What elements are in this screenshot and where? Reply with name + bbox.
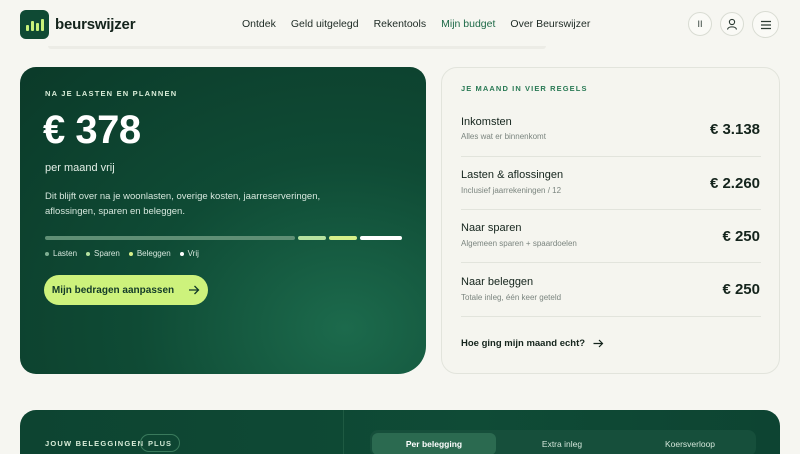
row-sub-sparen: Algemeen sparen + spaardoelen (461, 239, 577, 248)
row-amount-beleggen: € 250 (722, 281, 760, 298)
brand-logo[interactable]: beurswijzer (20, 10, 136, 39)
legend-dot (179, 251, 184, 256)
row-divider (461, 316, 761, 317)
section-divider (343, 410, 344, 454)
legend-item-sparen: Sparen (86, 249, 120, 258)
row-title-beleggen: Naar beleggen (461, 276, 534, 288)
row-amount-inkomsten: € 3.138 (709, 121, 760, 138)
bar-segment-lasten (45, 236, 295, 240)
account-button[interactable] (720, 12, 744, 36)
month-eyebrow: JE MAAND IN VIER REGELS (461, 84, 588, 93)
nav-item-mijn-budget[interactable]: Mijn budget (441, 18, 495, 30)
legend-dot (86, 251, 91, 256)
row-sub-inkomsten: Alles wat er binnenkomt (461, 132, 546, 141)
row-amount-lasten: € 2.260 (709, 175, 760, 192)
arrow-right-icon (593, 339, 604, 348)
row-amount-sparen: € 250 (722, 228, 760, 245)
site-header: beurswijzer Ontdek Geld uitgelegd Rekent… (0, 0, 800, 50)
row-sub-lasten: Inclusief jaarrekeningen / 12 (461, 186, 562, 195)
investments-eyebrow: JOUW BELEGGINGEN (45, 439, 145, 448)
row-divider (461, 262, 761, 263)
plus-badge: PLUS (140, 434, 181, 452)
hero-eyebrow: NA JE LASTEN EN PLANNEN (45, 89, 178, 98)
brand-name: beurswijzer (55, 16, 136, 33)
row-divider (461, 156, 761, 157)
bar-segment-beleggen (328, 236, 357, 240)
arrow-right-icon (189, 285, 200, 295)
month-summary-card (441, 67, 780, 374)
menu-button[interactable] (752, 11, 779, 38)
nav-item-over-beurswijzer[interactable]: Over Beurswijzer (510, 18, 590, 30)
row-title-sparen: Naar sparen (461, 222, 522, 234)
pause-button[interactable]: II (688, 12, 712, 36)
legend-dot (128, 251, 133, 256)
pause-icon: II (697, 19, 703, 29)
bar-segment-vrij (359, 236, 402, 240)
main-nav: Ontdek Geld uitgelegd Rekentools Mijn bu… (242, 18, 590, 30)
legend-item-beleggen: Beleggen (128, 249, 171, 258)
header-underlay (48, 46, 546, 49)
row-title-inkomsten: Inkomsten (461, 116, 512, 128)
tab-per-belegging[interactable]: Per belegging (372, 433, 496, 454)
row-title-lasten: Lasten & aflossingen (461, 169, 564, 181)
row-sub-beleggen: Totale inleg, één keer geteld (461, 293, 562, 302)
hamburger-icon (760, 20, 771, 29)
bar-segment-sparen (297, 236, 326, 240)
hero-description: Dit blijft over na je woonlasten, overig… (45, 191, 321, 217)
nav-item-ontdek[interactable]: Ontdek (242, 18, 276, 30)
tab-extra-inleg[interactable]: Extra inleg (500, 433, 624, 454)
bar-chart-logo-icon (20, 10, 49, 39)
adjust-amounts-label: Mijn bedragen aanpassen (51, 284, 175, 296)
month-actual-link-label: Hoe ging mijn maand echt? (461, 338, 586, 349)
month-actual-link[interactable]: Hoe ging mijn maand echt? (461, 338, 604, 349)
tab-koersverloop[interactable]: Koersverloop (628, 433, 752, 454)
free-amount: € 378 (43, 108, 141, 152)
legend-dot (45, 251, 49, 256)
user-icon (726, 18, 738, 30)
row-divider (461, 209, 761, 210)
budget-legend: Lasten Sparen Beleggen Vrij (45, 249, 199, 258)
nav-item-geld-uitgelegd[interactable]: Geld uitgelegd (291, 18, 359, 30)
legend-item-lasten: Lasten (45, 249, 77, 258)
free-amount-subtitle: per maand vrij (45, 162, 115, 174)
nav-item-rekentools[interactable]: Rekentools (374, 18, 427, 30)
legend-item-vrij: Vrij (179, 249, 199, 258)
adjust-amounts-button[interactable]: Mijn bedragen aanpassen (44, 275, 208, 305)
